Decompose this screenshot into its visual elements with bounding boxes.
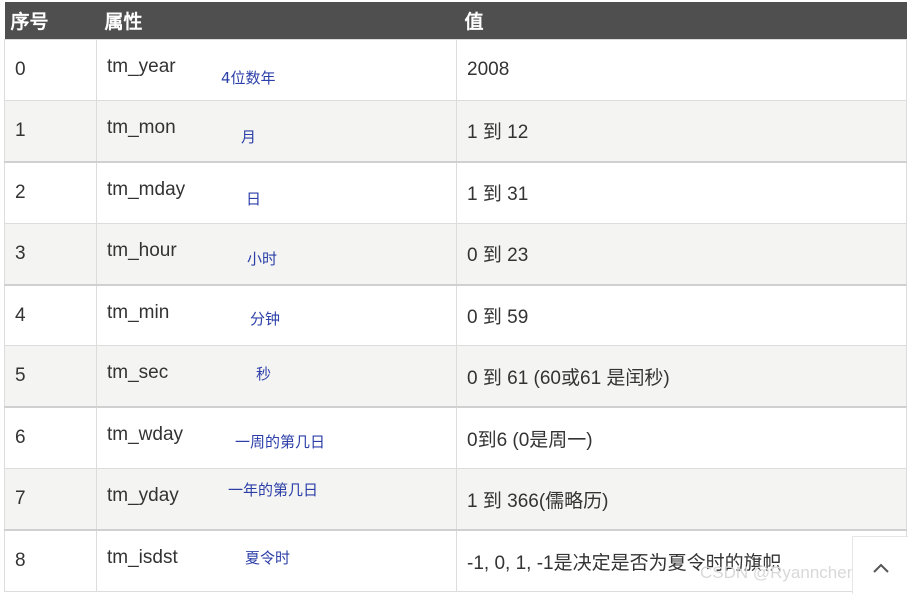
table-row: 6 tm_wday 一周的第几日 0到6 (0是周一) — [4, 406, 907, 470]
table-row: 4 tm_min 分钟 0 到 59 — [4, 283, 907, 347]
header-value: 值 — [464, 10, 484, 33]
cell-attribute: tm_yday 一年的第几日 — [96, 468, 457, 531]
cell-attribute: tm_wday 一周的第几日 — [96, 406, 457, 470]
cell-index: 8 — [4, 529, 97, 593]
cell-index: 2 — [4, 160, 97, 224]
attribute-name: tm_year — [107, 55, 176, 77]
attribute-name: tm_yday — [107, 485, 179, 507]
cell-value: 0 到 23 — [456, 222, 907, 286]
cell-value: 0到6 (0是周一) — [456, 406, 907, 470]
handwritten-note: 4位数年 — [221, 68, 276, 87]
cell-attribute: tm_mday 日 — [96, 160, 457, 224]
struct-time-table: 序号 属性 值 0 tm_year 4位数年 2008 1 tm_mon 月 1… — [4, 2, 907, 593]
attribute-name: tm_min — [107, 301, 170, 323]
cell-attribute: tm_min 分钟 — [96, 283, 457, 347]
attribute-name: tm_wday — [107, 424, 184, 446]
cell-attribute: tm_mon 月 — [96, 99, 457, 163]
attribute-name: tm_sec — [107, 362, 169, 384]
handwritten-note: 小时 — [247, 249, 278, 268]
table-row: 3 tm_hour 小时 0 到 23 — [4, 222, 907, 286]
attribute-name: tm_mon — [107, 116, 176, 138]
handwritten-note: 月 — [241, 127, 257, 146]
cell-value: 1 到 366(儒略历) — [456, 468, 907, 531]
cell-index: 1 — [4, 99, 97, 163]
attribute-name: tm_mday — [107, 178, 186, 200]
handwritten-note: 日 — [246, 189, 262, 208]
cell-index: 4 — [4, 283, 97, 347]
table-row: 2 tm_mday 日 1 到 31 — [4, 160, 907, 224]
table-header-row: 序号 属性 值 — [4, 2, 907, 39]
handwritten-note: 一年的第几日 — [228, 481, 319, 500]
cell-value: 2008 — [456, 38, 907, 101]
cell-value: 1 到 31 — [456, 160, 907, 224]
handwritten-note: 分钟 — [250, 309, 281, 328]
header-attribute: 属性 — [104, 10, 143, 33]
cell-index: 0 — [4, 38, 97, 101]
csdn-watermark: CSDN @Ryannchen00 — [700, 563, 876, 582]
table-row: 1 tm_mon 月 1 到 12 — [4, 99, 907, 163]
attribute-table-container: 序号 属性 值 0 tm_year 4位数年 2008 1 tm_mon 月 1… — [4, 2, 907, 593]
handwritten-note: 秒 — [256, 365, 272, 384]
cell-index: 7 — [4, 468, 97, 531]
header-index: 序号 — [10, 10, 49, 33]
cell-value: 0 到 61 (60或61 是闰秒) — [456, 345, 907, 408]
attribute-name: tm_hour — [107, 239, 177, 261]
handwritten-note: 夏令时 — [245, 549, 291, 568]
cell-attribute: tm_isdst 夏令时 — [96, 529, 457, 593]
chevron-up-icon — [873, 563, 889, 573]
cell-index: 5 — [4, 345, 97, 408]
cell-value: 1 到 12 — [456, 99, 907, 163]
handwritten-note: 一周的第几日 — [235, 433, 326, 452]
cell-attribute: tm_hour 小时 — [96, 222, 457, 286]
attribute-name: tm_isdst — [107, 547, 178, 569]
cell-value: 0 到 59 — [456, 283, 907, 347]
cell-attribute: tm_sec 秒 — [96, 345, 457, 408]
table-row: 0 tm_year 4位数年 2008 — [4, 38, 907, 101]
cell-index: 6 — [4, 406, 97, 470]
scroll-to-top-button[interactable] — [852, 536, 908, 594]
table-row: 5 tm_sec 秒 0 到 61 (60或61 是闰秒) — [4, 345, 907, 408]
table-row: 7 tm_yday 一年的第几日 1 到 366(儒略历) — [4, 468, 907, 531]
cell-index: 3 — [4, 222, 97, 286]
cell-attribute: tm_year 4位数年 — [96, 38, 457, 101]
